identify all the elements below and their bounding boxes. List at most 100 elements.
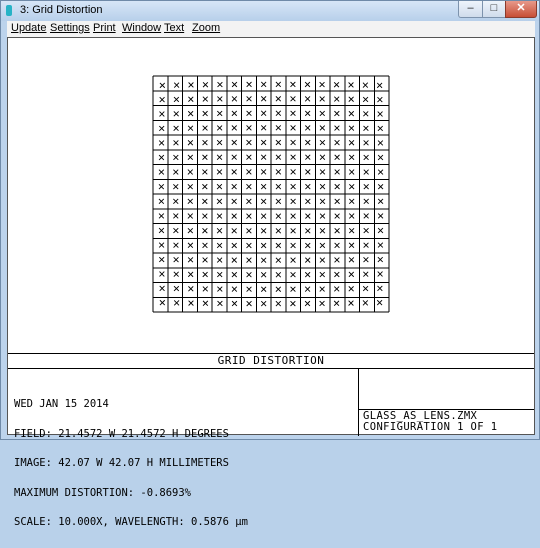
- distortion-marker: [173, 271, 179, 277]
- minimize-button[interactable]: –: [458, 1, 483, 18]
- distortion-marker: [304, 271, 311, 278]
- menu-text[interactable]: Text: [164, 22, 184, 34]
- distortion-marker: [377, 125, 383, 132]
- distortion-marker: [333, 82, 340, 88]
- distortion-marker: [246, 242, 252, 249]
- distortion-marker: [231, 271, 238, 278]
- menu-window[interactable]: Window: [122, 22, 161, 34]
- distortion-marker: [231, 228, 237, 234]
- distortion-marker: [246, 286, 252, 292]
- distortion-marker: [246, 125, 252, 131]
- distortion-marker: [275, 169, 282, 175]
- distortion-marker: [275, 300, 282, 307]
- distortion-marker: [334, 228, 340, 234]
- distortion-marker: [319, 198, 326, 205]
- distortion-marker: [290, 198, 296, 205]
- menu-print-label: Print: [93, 22, 116, 34]
- distortion-marker: [246, 300, 252, 307]
- distortion-marker: [319, 183, 326, 190]
- distortion-marker: [216, 169, 223, 175]
- title-bar[interactable]: 3: Grid Distortion – □ ✕: [1, 1, 539, 21]
- distortion-marker: [231, 257, 237, 263]
- distortion-marker: [305, 228, 311, 234]
- distortion-marker: [231, 286, 238, 292]
- distortion-marker: [158, 169, 165, 175]
- distortion-marker: [187, 154, 194, 161]
- menu-update[interactable]: Update: [11, 22, 46, 34]
- menu-settings[interactable]: Settings: [50, 22, 90, 34]
- distortion-marker: [231, 169, 237, 175]
- distortion-marker: [260, 272, 267, 278]
- distortion-marker: [275, 154, 282, 160]
- distortion-marker: [363, 213, 369, 219]
- distortion-marker: [260, 139, 267, 146]
- distortion-marker: [173, 82, 180, 88]
- distortion-marker: [377, 169, 384, 175]
- distortion-marker: [216, 198, 223, 205]
- distortion-marker: [202, 286, 209, 292]
- distortion-marker: [246, 154, 252, 160]
- distortion-marker: [348, 140, 355, 146]
- grid-distortion-plot: [152, 75, 390, 313]
- distortion-marker: [348, 82, 354, 88]
- distortion-marker: [159, 285, 165, 292]
- distortion-marker: [216, 139, 223, 146]
- distortion-marker: [319, 300, 325, 307]
- distortion-marker: [275, 183, 282, 190]
- info-block: WED JAN 15 2014 FIELD: 21.4572 W 21.4572…: [14, 379, 248, 547]
- menu-print[interactable]: Print: [93, 22, 116, 34]
- info-date: WED JAN 15 2014: [14, 398, 109, 410]
- distortion-marker: [305, 183, 311, 190]
- distortion-marker: [305, 139, 311, 146]
- distortion-marker: [260, 81, 267, 88]
- distortion-marker: [173, 227, 179, 234]
- distortion-marker: [173, 256, 179, 263]
- maximize-icon: □: [490, 2, 498, 14]
- distortion-marker: [246, 96, 252, 102]
- distortion-marker: [158, 227, 165, 234]
- info-scale: SCALE: 10.000X, WAVELENGTH: 0.5876 µm: [14, 516, 248, 529]
- distortion-marker: [260, 286, 267, 292]
- distortion-marker: [290, 257, 296, 263]
- distortion-marker: [260, 242, 267, 249]
- distortion-marker: [260, 300, 267, 307]
- distortion-marker: [333, 286, 340, 292]
- distortion-marker: [377, 183, 384, 190]
- distortion-marker: [348, 286, 354, 292]
- distortion-marker: [173, 198, 179, 205]
- distortion-marker: [216, 257, 223, 263]
- maximize-button[interactable]: □: [482, 1, 506, 18]
- distortion-marker: [231, 125, 237, 131]
- distortion-marker: [290, 139, 296, 146]
- distortion-marker: [187, 198, 193, 205]
- menu-zoom-label: Zoom: [192, 22, 221, 34]
- distortion-marker: [246, 228, 252, 234]
- distortion-marker: [187, 227, 194, 234]
- distortion-marker: [363, 169, 369, 175]
- menu-settings-label: Settings: [50, 22, 90, 34]
- distortion-marker: [173, 169, 179, 175]
- distortion-marker: [202, 110, 208, 117]
- distortion-marker: [231, 96, 238, 102]
- distortion-marker: [187, 183, 193, 190]
- distortion-marker: [304, 300, 311, 307]
- configuration-label: CONFIGURATION 1 OF 1: [363, 421, 498, 433]
- distortion-marker: [217, 96, 223, 102]
- close-button[interactable]: ✕: [505, 1, 537, 18]
- distortion-marker: [319, 96, 325, 102]
- distortion-marker: [333, 96, 340, 102]
- distortion-marker: [305, 125, 311, 131]
- distortion-marker: [173, 140, 179, 146]
- distortion-marker: [319, 257, 326, 263]
- distortion-marker: [246, 271, 252, 278]
- distortion-marker: [275, 213, 282, 219]
- distortion-marker: [275, 257, 282, 263]
- distortion-marker: [246, 81, 252, 88]
- distortion-marker: [159, 111, 165, 117]
- distortion-marker: [334, 110, 340, 117]
- distortion-marker: [173, 285, 180, 292]
- distortion-marker: [246, 183, 252, 190]
- menu-zoom[interactable]: Zoom: [192, 22, 220, 34]
- distortion-marker: [202, 96, 209, 102]
- distortion-marker: [362, 300, 369, 306]
